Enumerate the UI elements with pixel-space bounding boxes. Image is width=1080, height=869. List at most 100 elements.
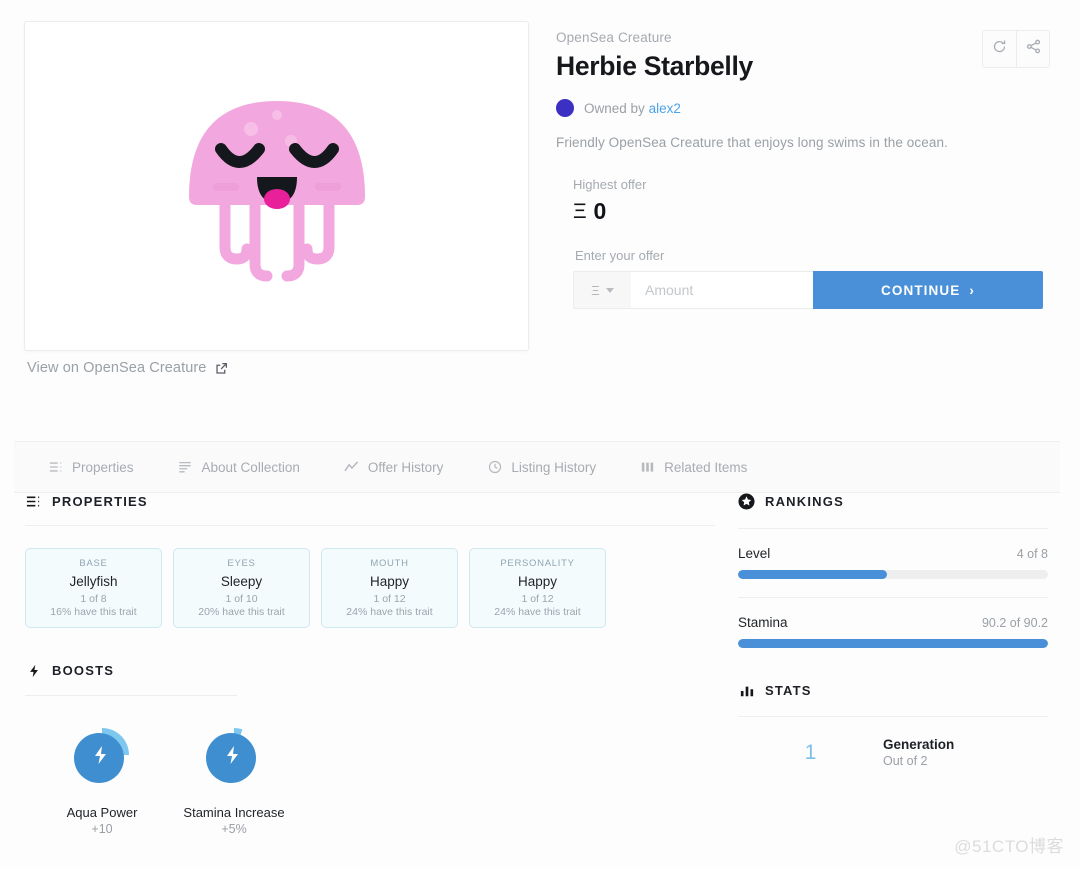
boost-name: Stamina Increase (180, 805, 288, 820)
properties-heading: PROPERTIES (25, 493, 715, 510)
property-card[interactable]: PERSONALITY Happy 1 of 12 24% have this … (469, 548, 606, 628)
boosts-heading: BOOSTS (25, 662, 715, 679)
lines-icon (178, 460, 193, 475)
view-on-opensea-link[interactable]: View on OpenSea Creature (27, 360, 228, 376)
tab-related-items[interactable]: Related Items (640, 460, 747, 475)
boosts-heading-label: BOOSTS (52, 663, 114, 678)
rankings-divider (738, 528, 1048, 529)
owned-by-label: Owned by (584, 101, 645, 116)
ranking-value: 4 of 8 (1017, 547, 1048, 561)
offer-amount-input[interactable] (631, 271, 813, 309)
property-percent: 16% have this trait (50, 606, 136, 618)
boosts-section: BOOSTS Aqua Power +10 (25, 662, 715, 836)
property-count: 1 of 12 (373, 593, 405, 605)
eth-symbol-icon: Ξ (573, 200, 586, 224)
continue-button[interactable]: CONTINUE › (813, 271, 1043, 309)
owner-text: Owned by alex2 (584, 101, 681, 116)
highest-offer-value: Ξ 0 (573, 198, 1050, 225)
ranking-header: Level 4 of 8 (738, 546, 1048, 561)
property-type: EYES (227, 558, 255, 569)
enter-offer-label: Enter your offer (575, 248, 1050, 263)
boost-item[interactable]: Aqua Power +10 (48, 722, 156, 836)
boost-value: +5% (180, 822, 288, 836)
refresh-button[interactable] (983, 31, 1016, 67)
stat-item: 1 Generation Out of 2 (738, 737, 1048, 768)
tab-label: Offer History (368, 460, 444, 475)
share-button[interactable] (1016, 31, 1049, 67)
share-icon (1026, 39, 1041, 59)
boost-dial (69, 722, 135, 788)
offer-input-row: Ξ CONTINUE › (573, 271, 1043, 309)
boost-dial (201, 722, 267, 788)
boosts-divider (25, 695, 237, 696)
boosts-list: Aqua Power +10 Stamina Increase +5% (25, 722, 715, 836)
property-card[interactable]: EYES Sleepy 1 of 10 20% have this trait (173, 548, 310, 628)
bar-chart-icon (738, 682, 755, 699)
item-info-panel: OpenSea Creature Herbie Starbelly Owned … (556, 30, 1050, 309)
property-percent: 20% have this trait (198, 606, 284, 618)
owner-username[interactable]: alex2 (649, 101, 681, 116)
ranking-header: Stamina 90.2 of 90.2 (738, 615, 1048, 630)
item-artwork-card (24, 21, 529, 351)
jellyfish-artwork (177, 79, 377, 294)
highest-offer-label: Highest offer (573, 177, 1050, 192)
ranking-name: Stamina (738, 615, 788, 630)
currency-symbol-icon: Ξ (591, 283, 599, 298)
stats-heading-label: STATS (765, 683, 812, 698)
stat-subtitle: Out of 2 (883, 754, 954, 768)
ranking-item: Level 4 of 8 (738, 546, 1048, 579)
properties-heading-label: PROPERTIES (52, 494, 148, 509)
continue-label: CONTINUE (881, 283, 960, 298)
owner-row: Owned by alex2 (556, 99, 1050, 117)
tab-about-collection[interactable]: About Collection (178, 460, 300, 475)
property-count: 1 of 8 (80, 593, 106, 605)
item-action-buttons (982, 30, 1050, 68)
rankings-heading: RANKINGS (738, 493, 1048, 510)
stat-text: Generation Out of 2 (883, 737, 954, 768)
property-value: Sleepy (221, 574, 262, 589)
property-type: MOUTH (370, 558, 408, 569)
property-value: Happy (370, 574, 409, 589)
item-details-section: PROPERTIES BASE Jellyfish 1 of 8 16% hav… (0, 493, 1080, 869)
trend-icon (344, 460, 359, 475)
property-card[interactable]: BASE Jellyfish 1 of 8 16% have this trai… (25, 548, 162, 628)
view-link-label: View on OpenSea Creature (27, 360, 206, 376)
highest-offer-amount: 0 (593, 198, 606, 225)
owner-avatar (556, 99, 574, 117)
property-card[interactable]: MOUTH Happy 1 of 12 24% have this trait (321, 548, 458, 628)
boost-item[interactable]: Stamina Increase +5% (180, 722, 288, 836)
ranking-progress-fill (738, 570, 887, 579)
grid-icon (640, 460, 655, 475)
stats-divider (738, 716, 1048, 717)
currency-select[interactable]: Ξ (573, 271, 631, 309)
tab-listing-history[interactable]: Listing History (487, 460, 596, 475)
rankings-heading-label: RANKINGS (765, 494, 844, 509)
details-left-column: PROPERTIES BASE Jellyfish 1 of 8 16% hav… (25, 493, 715, 836)
collection-name[interactable]: OpenSea Creature (556, 30, 1050, 45)
property-value: Jellyfish (69, 574, 117, 589)
ranking-progress-track (738, 570, 1048, 579)
chevron-down-icon (606, 288, 614, 293)
ranking-progress-track (738, 639, 1048, 648)
item-tabbar: Properties About Collection Offer Histor… (14, 441, 1060, 493)
nft-item-page: View on OpenSea Creature OpenSea Creatur… (0, 0, 1080, 869)
stats-heading: STATS (738, 682, 1048, 699)
tab-offer-history[interactable]: Offer History (344, 460, 444, 475)
list-icon (48, 460, 63, 475)
ranking-item: Stamina 90.2 of 90.2 (738, 615, 1048, 648)
property-type: PERSONALITY (500, 558, 574, 569)
refresh-icon (992, 39, 1007, 59)
star-badge-icon (738, 493, 755, 510)
stat-name: Generation (883, 737, 954, 752)
item-title: Herbie Starbelly (556, 51, 1050, 82)
list-icon (25, 493, 42, 510)
properties-divider (25, 525, 715, 526)
item-top-section: View on OpenSea Creature OpenSea Creatur… (0, 0, 1080, 446)
property-type: BASE (79, 558, 107, 569)
tab-label: Listing History (511, 460, 596, 475)
details-right-column: RANKINGS Level 4 of 8 Stamina 90.2 of 90… (738, 493, 1048, 768)
property-percent: 24% have this trait (346, 606, 432, 618)
tab-label: Properties (72, 460, 134, 475)
tab-properties[interactable]: Properties (48, 460, 134, 475)
property-count: 1 of 12 (521, 593, 553, 605)
